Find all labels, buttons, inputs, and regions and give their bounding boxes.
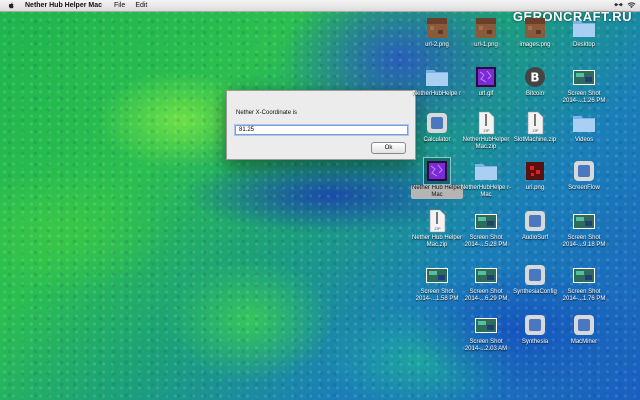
desktop-icon-screen-shot-2014-6-29-pm[interactable]: Screen Shot 2014-...6.29 PM xyxy=(460,262,512,303)
svg-text:B: B xyxy=(530,71,539,85)
zip-icon: ZIP xyxy=(522,110,548,136)
desktop-icon-label: Nether Hub Helper Mac xyxy=(411,185,463,199)
portal-icon xyxy=(423,157,451,185)
menu-app-name[interactable]: Nether Hub Helper Mac xyxy=(25,2,102,9)
svg-text:ZIP: ZIP xyxy=(434,226,441,231)
screenshot-icon xyxy=(473,208,499,234)
desktop-icon-screen-shot-2014-1-76-pm[interactable]: Screen Shot 2014-...1.76 PM xyxy=(558,262,610,303)
screenshot-icon xyxy=(424,262,450,288)
app-icon xyxy=(424,110,450,136)
apple-icon[interactable] xyxy=(8,2,15,9)
desktop-icon-label: Screen Shot 2014-...1.26 PM xyxy=(562,91,606,104)
desktop-icon-label: Screen Shot 2014-...5.28 PM xyxy=(464,235,508,248)
desktop-icon-nether-hub-helper-mac[interactable]: Nether Hub Helper Mac xyxy=(411,157,463,199)
desktop-icon-screen-shot-2014-1-26-pm[interactable]: Screen Shot 2014-...1.26 PM xyxy=(558,64,610,105)
desktop-icon-label: Desktop xyxy=(572,42,595,48)
screenshot-icon xyxy=(571,64,597,90)
desktop-icon-label: MacMiner xyxy=(570,339,598,345)
svg-text:ZIP: ZIP xyxy=(483,128,490,133)
dropbox-icon[interactable] xyxy=(614,2,623,9)
ok-button[interactable]: Ok xyxy=(371,142,406,154)
app-icon xyxy=(522,262,548,288)
desktop-icon-netherhubhelpe-r[interactable]: NetherHubHelpe r xyxy=(411,64,463,98)
desktop-icon-synthesiaconfig[interactable]: SynthesiaConfig xyxy=(509,262,561,296)
bitcoin-icon: B xyxy=(522,64,548,90)
screenshot-icon xyxy=(473,312,499,338)
desktop-icon-screenflow[interactable]: ScreenFlow xyxy=(558,158,610,192)
minecraft-block-icon xyxy=(473,15,499,41)
desktop-icon-url-1-png[interactable]: url-1.png xyxy=(460,15,512,49)
app-icon xyxy=(571,312,597,338)
desktop-icon-label: NetherHubHelpe r-Mac xyxy=(460,185,512,198)
folder-icon xyxy=(424,64,450,90)
desktop-icon-desktop[interactable]: Desktop xyxy=(558,15,610,49)
desktop-icon-label: Screen Shot 2014-...9.18 PM xyxy=(562,235,606,248)
desktop-icon-label: Nether Hub Helper Mac.zip xyxy=(411,235,463,248)
desktop-icon-screen-shot-2014-1-58-pm[interactable]: Screen Shot 2014-...1.58 PM xyxy=(411,262,463,303)
svg-text:ZIP: ZIP xyxy=(532,128,539,133)
wifi-icon[interactable] xyxy=(627,2,636,9)
desktop-icon-netherhubhelper-mac-zip[interactable]: ZIP NetherHubHelper Mac.zip xyxy=(460,110,512,151)
desktop-icon-label: Calculator xyxy=(423,137,451,143)
redstone-icon xyxy=(522,158,548,184)
desktop-icon-label: Screen Shot 2014-...1.76 PM xyxy=(562,289,606,302)
menu-edit[interactable]: Edit xyxy=(135,2,147,9)
desktop-icon-calculator[interactable]: Calculator xyxy=(411,110,463,144)
portal-icon xyxy=(473,64,499,90)
desktop-icon-screen-shot-2014-5-28-pm[interactable]: Screen Shot 2014-...5.28 PM xyxy=(460,208,512,249)
desktop-icon-label: url.png xyxy=(525,185,545,191)
desktop-icon-videos[interactable]: Videos xyxy=(558,110,610,144)
screenshot-icon xyxy=(571,208,597,234)
desktop-icon-slotmachine-zip[interactable]: ZIP SlotMachine.zip xyxy=(509,110,561,144)
folder-icon xyxy=(571,110,597,136)
desktop-icon-label: url-1.png xyxy=(474,42,498,48)
desktop-icon-label: images.png xyxy=(519,42,551,48)
desktop-icon-label: url.gif xyxy=(478,91,494,97)
dialog-prompt: Nether X-Coordinate is xyxy=(236,110,298,116)
desktop-icon-images-png[interactable]: images.png xyxy=(509,15,561,49)
desktop-icon-screen-shot-2014-9-18-pm[interactable]: Screen Shot 2014-...9.18 PM xyxy=(558,208,610,249)
desktop-icon-label: NetherHubHelpe r xyxy=(412,91,462,97)
desktop-icon-screen-shot-2014-2-03-am[interactable]: Screen Shot 2014-...2.03 AM xyxy=(460,312,512,353)
desktop-icon-label: SlotMachine.zip xyxy=(513,137,557,143)
desktop-icon-synthesia[interactable]: Synthesia xyxy=(509,312,561,346)
folder-icon xyxy=(571,15,597,41)
zip-icon: ZIP xyxy=(424,208,450,234)
desktop-icon-label: AudioSurf xyxy=(521,235,549,241)
app-icon xyxy=(522,208,548,234)
desktop-icon-label: Bitcoin xyxy=(525,91,544,97)
minecraft-block-icon xyxy=(522,15,548,41)
desktop-icon-label: Synthesia xyxy=(521,339,549,345)
minecraft-block-icon xyxy=(424,15,450,41)
desktop-icon-label: SynthesiaConfig xyxy=(513,289,557,295)
desktop-icon-label: Screen Shot 2014-...1.58 PM xyxy=(415,289,459,302)
desktop-icon-url-2-png[interactable]: url-2.png xyxy=(411,15,463,49)
menu-extras xyxy=(614,2,636,9)
desktop-icon-macminer[interactable]: MacMiner xyxy=(558,312,610,346)
desktop-icon-url-gif[interactable]: url.gif xyxy=(460,64,512,98)
desktop-icon-label: Screen Shot 2014-...2.03 AM xyxy=(464,339,508,352)
desktop-icon-label: url-2.png xyxy=(425,42,449,48)
screenshot-icon xyxy=(571,262,597,288)
screenshot-icon xyxy=(473,262,499,288)
desktop-icon-netherhubhelpe-r-mac[interactable]: NetherHubHelpe r-Mac xyxy=(460,158,512,199)
coordinate-input[interactable]: 81.25 xyxy=(235,125,408,135)
app-icon xyxy=(522,312,548,338)
zip-icon: ZIP xyxy=(473,110,499,136)
desktop-icon-label: Videos xyxy=(574,137,594,143)
desktop-icon-bitcoin[interactable]: B Bitcoin xyxy=(509,64,561,98)
desktop-icon-url-png[interactable]: url.png xyxy=(509,158,561,192)
app-icon xyxy=(571,158,597,184)
menu-file[interactable]: File xyxy=(114,2,125,9)
desktop-icon-label: ScreenFlow xyxy=(568,185,600,191)
desktop-icon-label: Screen Shot 2014-...6.29 PM xyxy=(464,289,508,302)
desktop-icon-label: NetherHubHelper Mac.zip xyxy=(462,137,510,150)
input-dialog: Nether X-Coordinate is 81.25 Ok xyxy=(226,90,416,160)
desktop-icon-nether-hub-helper-mac-zip[interactable]: ZIP Nether Hub Helper Mac.zip xyxy=(411,208,463,249)
desktop-icon-audiosurf[interactable]: AudioSurf xyxy=(509,208,561,242)
folder-icon xyxy=(473,158,499,184)
